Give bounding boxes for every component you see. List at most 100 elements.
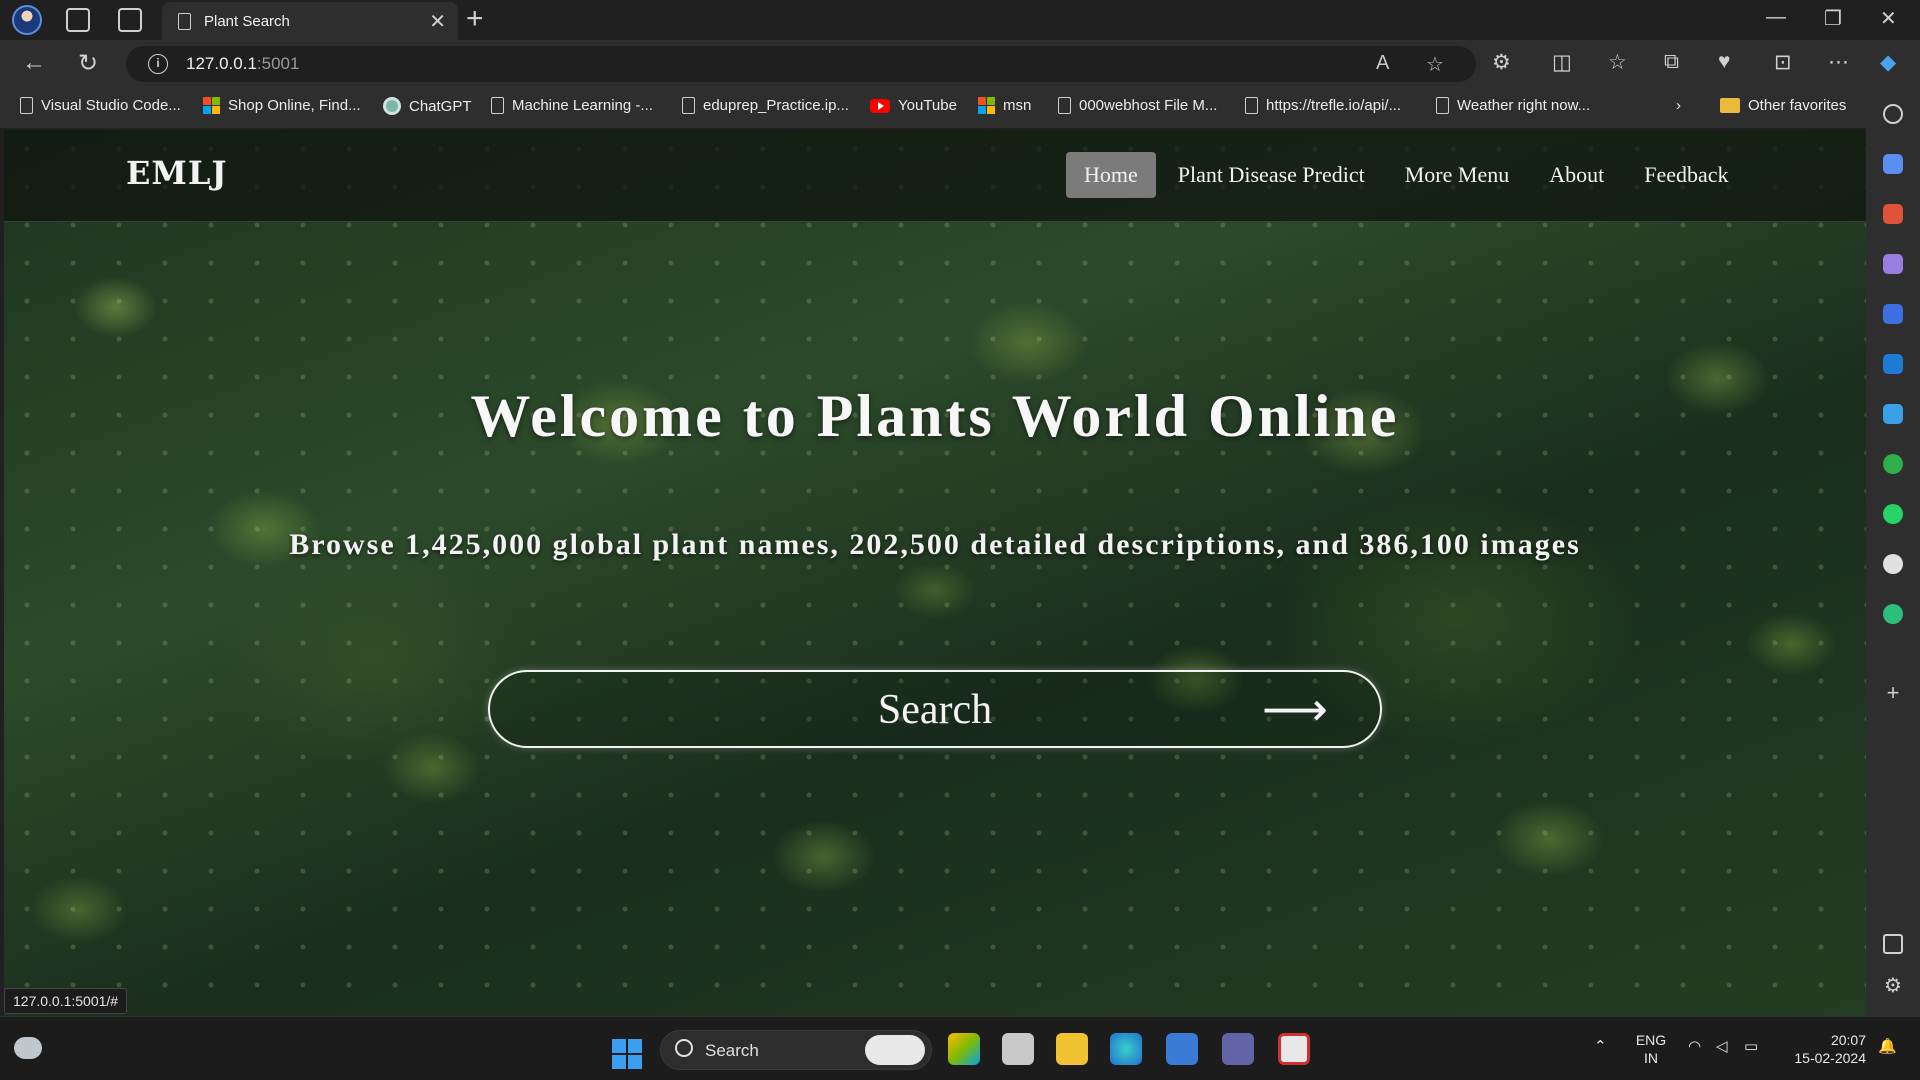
browser-title-bar: Plant Search ✕ + — ❐ ✕ [0,0,1920,40]
language-indicator[interactable]: ENG IN [1634,1031,1668,1067]
restore-icon[interactable]: ❐ [1824,6,1842,31]
games-icon[interactable] [1883,254,1903,274]
read-aloud-icon[interactable]: A [1376,52,1389,75]
taskbar-search[interactable]: Search [660,1030,932,1070]
language-code: ENG [1635,1032,1667,1048]
doc-icon [1245,97,1258,114]
plant-search-button[interactable]: Search ⟶ [488,670,1382,748]
chatgpt-icon[interactable] [1883,554,1903,574]
screenshot-icon[interactable]: ⊡ [1774,50,1792,75]
site-logo[interactable]: EMLJ [126,154,227,192]
favorite-item[interactable]: Machine Learning -... [491,97,653,114]
collections-icon[interactable]: ⧉ [1664,50,1679,74]
search-icon[interactable] [1883,104,1903,124]
microsoft-icon [203,97,220,114]
tree-icon[interactable] [1883,454,1903,474]
settings-icon[interactable]: ⚙ [1883,976,1903,996]
extensions-icon[interactable]: ⚙ [1492,50,1511,75]
new-tab-button[interactable]: + [466,2,484,36]
site-info-icon[interactable]: i [148,54,168,74]
send-icon[interactable] [1883,404,1903,424]
nav-feedback[interactable]: Feedback [1626,152,1746,198]
windows-taskbar: Search ⌃ ENG IN ◠ ◁ ▭ 20:07 15-02-2024 🔔 [0,1016,1920,1080]
whatsapp-icon[interactable] [1883,504,1903,524]
favorite-item[interactable]: eduprep_Practice.ip... [682,97,849,114]
tab-title: Plant Search [204,13,290,30]
favorite-item[interactable]: Visual Studio Code... [20,97,181,114]
shopping-icon[interactable] [1883,154,1903,174]
hero-title: Welcome to Plants World Online [470,383,1400,449]
edge-icon[interactable] [1110,1033,1142,1065]
doc-icon [1436,97,1449,114]
system-clock[interactable]: 20:07 15-02-2024 [1786,1031,1866,1067]
weather-icon[interactable] [14,1037,42,1059]
app-icon[interactable] [1883,604,1903,624]
show-hidden-icons[interactable]: ⌃ [1594,1037,1607,1055]
more-options-icon[interactable]: ⋯ [1828,50,1849,75]
copilot-icon[interactable]: ◆ [1880,50,1896,75]
browser-toolbar: ← ↻ i 127.0.0.1:5001 A ☆ ⚙ ◫ ☆ ⧉ ♥ ⊡ ⋯ ◆ [0,40,1920,88]
volume-icon[interactable]: ◁ [1716,1037,1728,1055]
battery-icon[interactable]: ▭ [1744,1037,1758,1055]
task-view-icon[interactable] [1002,1033,1034,1065]
profile-avatar[interactable] [12,5,42,35]
nav-more-menu[interactable]: More Menu [1387,152,1527,198]
hide-sidebar-icon[interactable] [1883,934,1903,954]
snipping-tool-icon[interactable] [1278,1033,1310,1065]
url-text[interactable]: 127.0.0.1:5001 [186,54,299,74]
notifications-icon[interactable]: 🔔 [1878,1037,1897,1055]
refresh-icon[interactable]: ↻ [78,49,98,78]
nav-home[interactable]: Home [1066,152,1156,198]
favorite-item[interactable]: Shop Online, Find... [203,97,361,114]
close-tab-icon[interactable]: ✕ [429,9,446,34]
page-viewport: EMLJ Home Plant Disease Predict More Men… [4,130,1866,1016]
file-explorer-icon[interactable] [1056,1033,1088,1065]
minimize-icon[interactable]: — [1766,6,1786,29]
favorite-item[interactable]: https://trefle.io/api/... [1245,97,1401,114]
search-label: Search [877,687,993,733]
hero-subtitle: Browse 1,425,000 global plant names, 202… [289,528,1581,561]
youtube-icon [870,98,890,113]
chatgpt-icon [383,97,401,115]
favorite-star-icon[interactable]: ☆ [1426,52,1444,77]
favorite-item[interactable]: Weather right now... [1436,97,1590,114]
favorite-item[interactable]: 000webhost File M... [1058,97,1217,114]
close-window-icon[interactable]: ✕ [1880,6,1897,31]
copilot-icon[interactable] [1883,304,1903,324]
doc-icon [682,97,695,114]
wifi-icon[interactable]: ◠ [1688,1037,1701,1055]
favorites-bar: Visual Studio Code... Shop Online, Find.… [0,88,1920,128]
favorite-item[interactable]: YouTube [870,97,957,114]
doc-icon [20,97,33,114]
doc-icon [1058,97,1071,114]
back-icon[interactable]: ← [22,49,46,77]
microsoft-store-icon[interactable] [1166,1033,1198,1065]
doc-icon [491,97,504,114]
workspaces-icon[interactable] [66,8,90,32]
page-icon [178,13,191,30]
favorite-item[interactable]: msn [978,97,1031,114]
split-screen-icon[interactable]: ◫ [1552,50,1572,75]
favorites-overflow-icon[interactable]: › [1676,97,1681,114]
edge-sidebar: + ⚙ [1866,88,1920,1016]
start-button[interactable] [612,1039,642,1069]
tab-actions-icon[interactable] [118,8,142,32]
tools-icon[interactable] [1883,204,1903,224]
nav-plant-disease-predict[interactable]: Plant Disease Predict [1160,152,1383,198]
tab-plant-search[interactable]: Plant Search ✕ [162,2,458,40]
teams-icon[interactable] [1222,1033,1254,1065]
nav-about[interactable]: About [1531,152,1622,198]
taskbar-search-label: Search [705,1041,759,1060]
favorite-folder[interactable]: Other favorites [1720,97,1846,114]
search-icon [675,1039,693,1057]
add-icon[interactable]: + [1883,682,1903,704]
copilot-pre-icon[interactable] [948,1033,980,1065]
browser-essentials-icon[interactable]: ♥ [1718,50,1730,74]
favorite-item[interactable]: ChatGPT [383,97,472,115]
address-bar[interactable]: i 127.0.0.1:5001 A ☆ [126,46,1476,82]
outlook-icon[interactable] [1883,354,1903,374]
favorites-icon[interactable]: ☆ [1608,50,1627,75]
clock-date: 15-02-2024 [1794,1050,1866,1066]
site-header: EMLJ Home Plant Disease Predict More Men… [4,130,1866,222]
copilot-icon[interactable] [865,1035,925,1065]
